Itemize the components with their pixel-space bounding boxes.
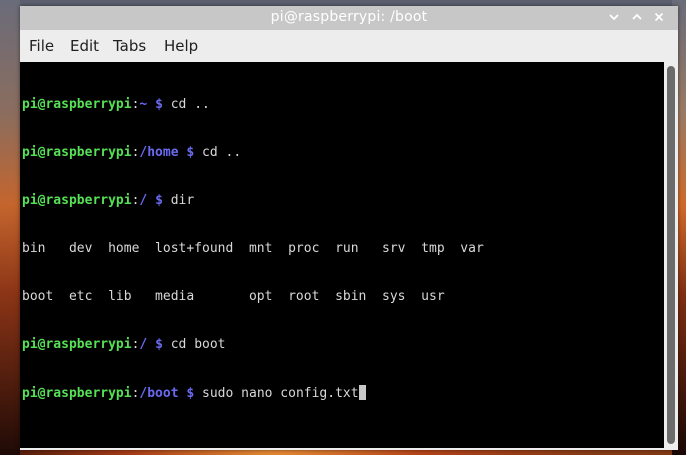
command-text: dir bbox=[162, 193, 195, 208]
window-title: pi@raspberrypi: /boot bbox=[270, 9, 428, 25]
prompt-path: / bbox=[139, 337, 148, 352]
prompt-user-host: pi@raspberrypi bbox=[22, 337, 132, 352]
minimize-button[interactable] bbox=[606, 9, 622, 25]
minimize-icon bbox=[609, 14, 619, 21]
maximize-button[interactable] bbox=[629, 9, 645, 25]
prompt-path: /boot bbox=[139, 386, 179, 401]
title-bar[interactable]: pi@raspberrypi: /boot bbox=[20, 6, 678, 30]
command-text: cd .. bbox=[194, 145, 242, 160]
maximize-icon bbox=[632, 13, 642, 20]
prompt-dollar: $ bbox=[155, 97, 163, 112]
vertical-scrollbar[interactable] bbox=[664, 62, 678, 448]
terminal-line: pi@raspberrypi:/boot $ sudo nano config.… bbox=[22, 385, 484, 401]
text-cursor bbox=[358, 385, 366, 400]
prompt-user-host: pi@raspberrypi bbox=[22, 97, 132, 112]
prompt-dollar: $ bbox=[155, 193, 163, 208]
menu-edit[interactable]: Edit bbox=[70, 37, 99, 55]
command-text: cd .. bbox=[162, 97, 210, 112]
close-icon bbox=[654, 12, 664, 22]
desktop-wallpaper-left bbox=[0, 0, 20, 455]
prompt-path: ~ bbox=[139, 97, 148, 112]
terminal-area[interactable]: pi@raspberrypi:~ $ cd .. pi@raspberrypi:… bbox=[20, 62, 664, 448]
terminal-line: pi@raspberrypi:/ $ dir bbox=[22, 193, 484, 209]
command-text: cd boot bbox=[162, 337, 226, 352]
terminal-line: pi@raspberrypi:/ $ cd boot bbox=[22, 337, 484, 353]
close-button[interactable] bbox=[651, 9, 667, 25]
window-bottom-border bbox=[20, 448, 678, 450]
menu-help[interactable]: Help bbox=[164, 37, 198, 55]
prompt-user-host: pi@raspberrypi bbox=[22, 386, 132, 401]
command-text: sudo nano config.txt bbox=[194, 386, 359, 401]
terminal-line: pi@raspberrypi:/home $ cd .. bbox=[22, 145, 484, 161]
menu-tabs[interactable]: Tabs bbox=[113, 37, 146, 55]
terminal-output: pi@raspberrypi:~ $ cd .. pi@raspberrypi:… bbox=[22, 65, 484, 433]
terminal-line: pi@raspberrypi:~ $ cd .. bbox=[22, 97, 484, 113]
prompt-path: / bbox=[139, 193, 148, 208]
scrollbar-thumb[interactable] bbox=[667, 66, 675, 444]
prompt-path: /home bbox=[139, 145, 179, 160]
terminal-output-line: boot etc lib media opt root sbin sys usr bbox=[22, 289, 445, 304]
prompt-user-host: pi@raspberrypi bbox=[22, 145, 132, 160]
prompt-user-host: pi@raspberrypi bbox=[22, 193, 132, 208]
menu-bar: File Edit Tabs Help bbox=[20, 30, 678, 62]
menu-file[interactable]: File bbox=[29, 37, 54, 55]
terminal-window: pi@raspberrypi: /boot File Edit Tabs Hel… bbox=[20, 6, 678, 450]
terminal-output-line: bin dev home lost+found mnt proc run srv… bbox=[22, 241, 484, 256]
prompt-dollar: $ bbox=[155, 337, 163, 352]
